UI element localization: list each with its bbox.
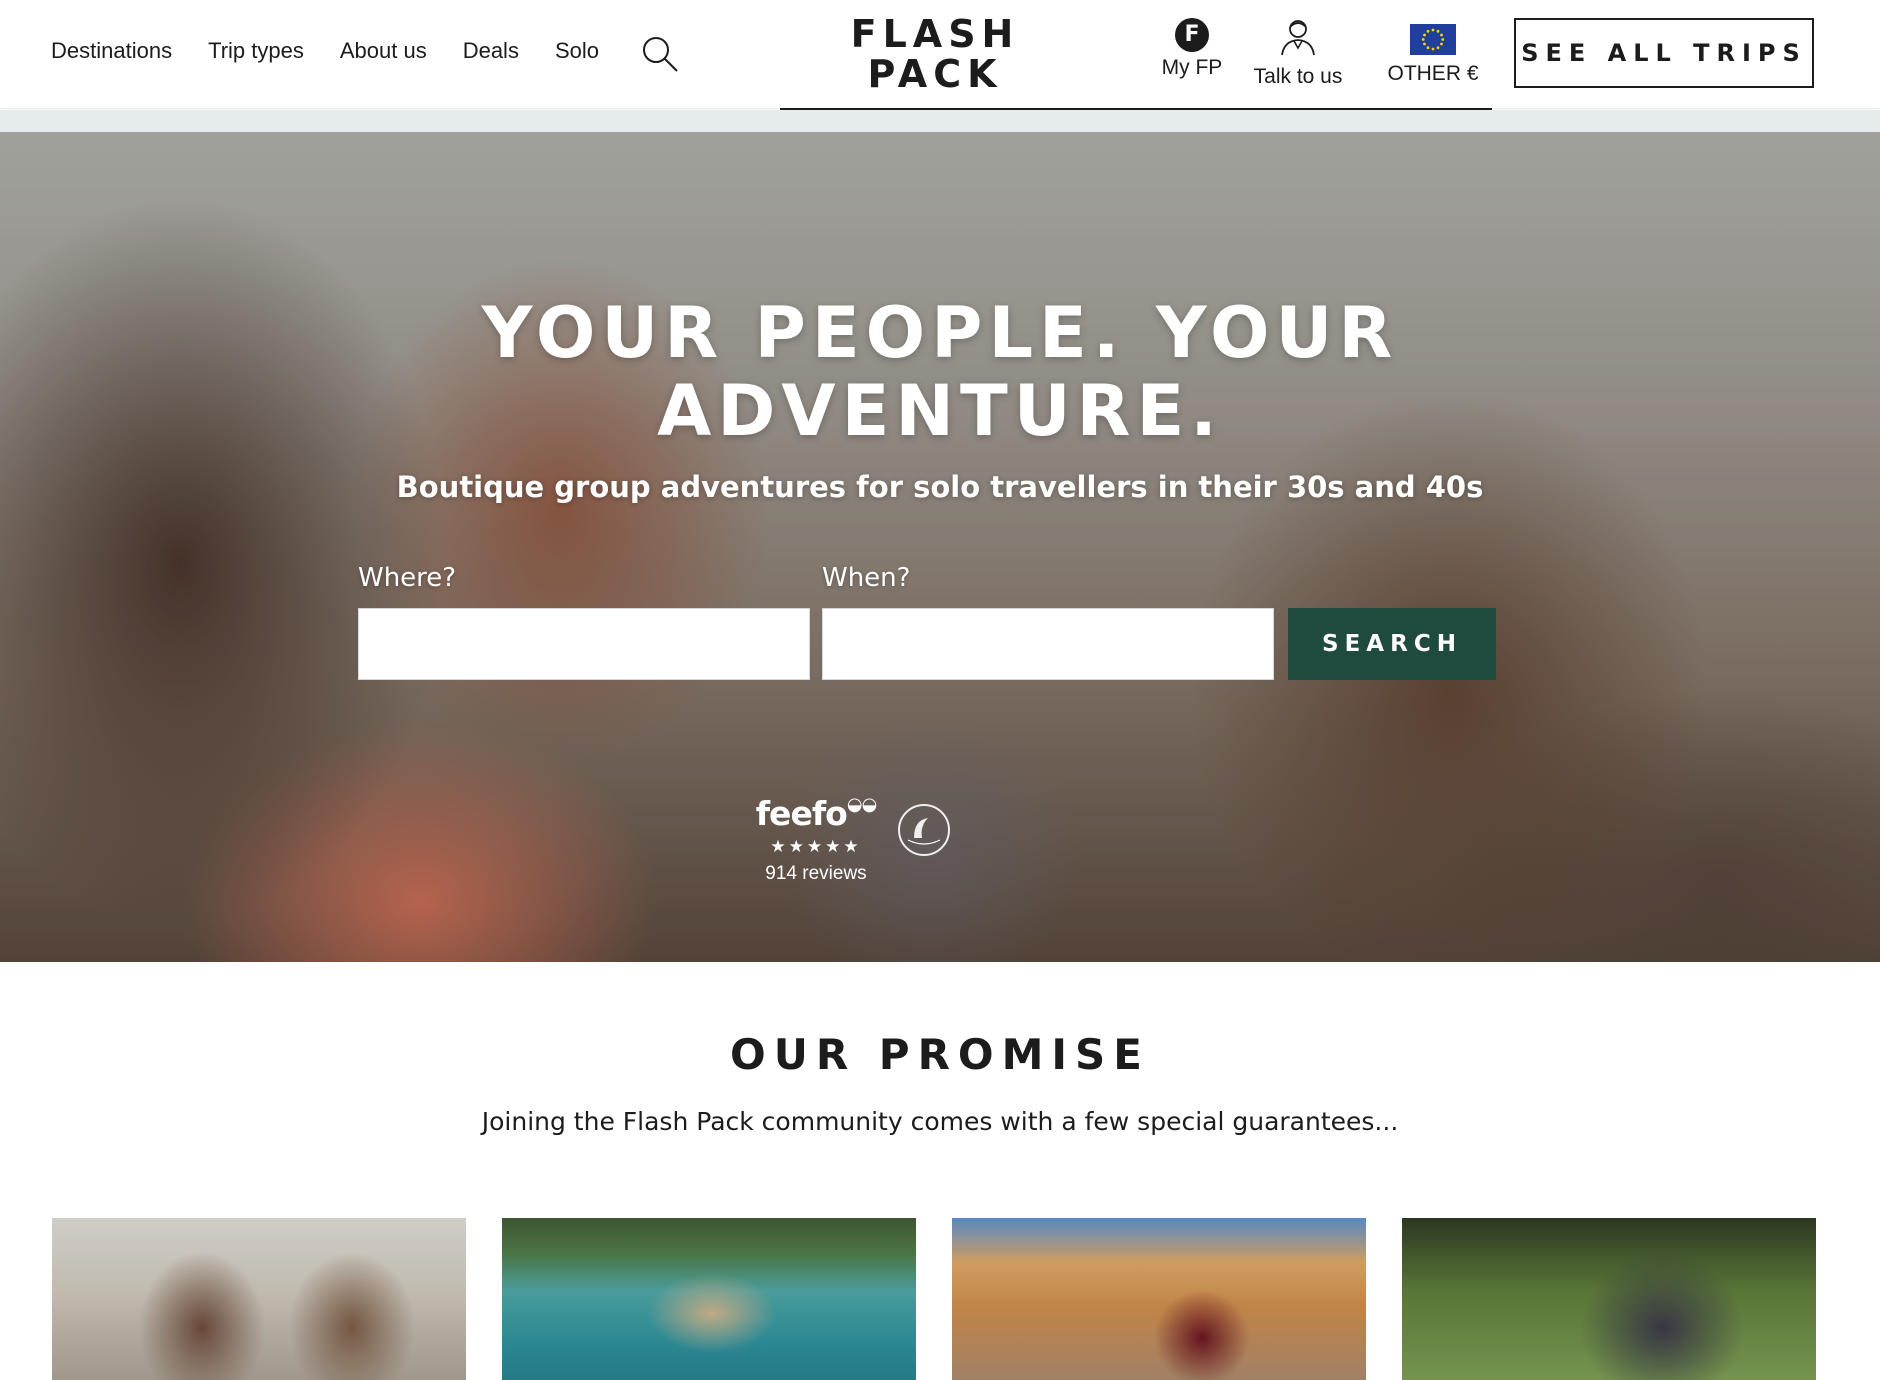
person-headset-icon xyxy=(1281,20,1315,56)
when-label: When? xyxy=(822,563,911,593)
search-button[interactable]: SEARCH xyxy=(1288,608,1496,680)
flash-pack-logo[interactable]: FLASH PACK xyxy=(850,14,1020,94)
rating-stars: ★★★★★ xyxy=(770,837,862,856)
promise-card-photo-3[interactable] xyxy=(952,1218,1366,1380)
card-photo xyxy=(52,1218,466,1380)
card-photo xyxy=(952,1218,1366,1380)
promise-card-photo-4[interactable] xyxy=(1402,1218,1816,1380)
site-header: Destinations Trip types About us Deals S… xyxy=(0,0,1880,108)
nav-about-us[interactable]: About us xyxy=(340,38,427,64)
nav-solo[interactable]: Solo xyxy=(555,38,599,64)
logo-line-2: PACK xyxy=(867,52,1003,96)
card-photo xyxy=(1402,1218,1816,1380)
feefo-eyes-icon: ◒◒ xyxy=(846,794,877,815)
logo-line-1: FLASH xyxy=(850,12,1020,56)
atol-protected-icon xyxy=(898,804,950,856)
promise-card-photo-1[interactable] xyxy=(52,1218,466,1380)
talk-to-us-label: Talk to us xyxy=(1253,65,1343,88)
hero-title: YOUR PEOPLE. YOUR ADVENTURE. xyxy=(440,294,1440,450)
where-label: Where? xyxy=(358,563,457,593)
promise-card-photo-2[interactable] xyxy=(502,1218,916,1380)
my-fp-link[interactable]: F My FP xyxy=(1158,18,1226,80)
talk-to-us-link[interactable]: Talk to us xyxy=(1248,18,1348,89)
hero-banner: YOUR PEOPLE. YOUR ADVENTURE. Boutique gr… xyxy=(0,132,1880,962)
currency-label: OTHER € xyxy=(1387,62,1479,85)
eu-flag-icon xyxy=(1410,24,1456,55)
main-nav: Destinations Trip types About us Deals S… xyxy=(51,38,635,64)
feefo-logo-text: feefo xyxy=(755,794,848,833)
promise-title: OUR PROMISE xyxy=(730,1030,1150,1079)
search-icon[interactable] xyxy=(640,34,680,74)
hero-title-line-2: ADVENTURE. xyxy=(657,370,1223,452)
header-strip xyxy=(0,110,1880,132)
see-all-trips-button[interactable]: SEE ALL TRIPS xyxy=(1514,18,1814,88)
hero-title-line-1: YOUR PEOPLE. YOUR xyxy=(481,292,1399,374)
nav-deals[interactable]: Deals xyxy=(463,38,519,64)
fp-badge-icon: F xyxy=(1175,18,1209,52)
review-count: 914 reviews xyxy=(765,863,867,884)
promise-subtitle: Joining the Flash Pack community comes w… xyxy=(481,1107,1399,1136)
nav-trip-types[interactable]: Trip types xyxy=(208,38,304,64)
hero-subtitle: Boutique group adventures for solo trave… xyxy=(396,470,1484,504)
where-input[interactable] xyxy=(358,608,810,680)
when-input[interactable] xyxy=(822,608,1274,680)
feefo-widget[interactable]: feefo◒◒ ★★★★★ 914 reviews xyxy=(746,794,886,885)
nav-destinations[interactable]: Destinations xyxy=(51,38,172,64)
currency-selector[interactable]: OTHER € xyxy=(1378,18,1488,86)
feefo-logo: feefo◒◒ xyxy=(746,794,886,833)
card-photo xyxy=(502,1218,916,1380)
my-fp-label: My FP xyxy=(1161,56,1223,79)
